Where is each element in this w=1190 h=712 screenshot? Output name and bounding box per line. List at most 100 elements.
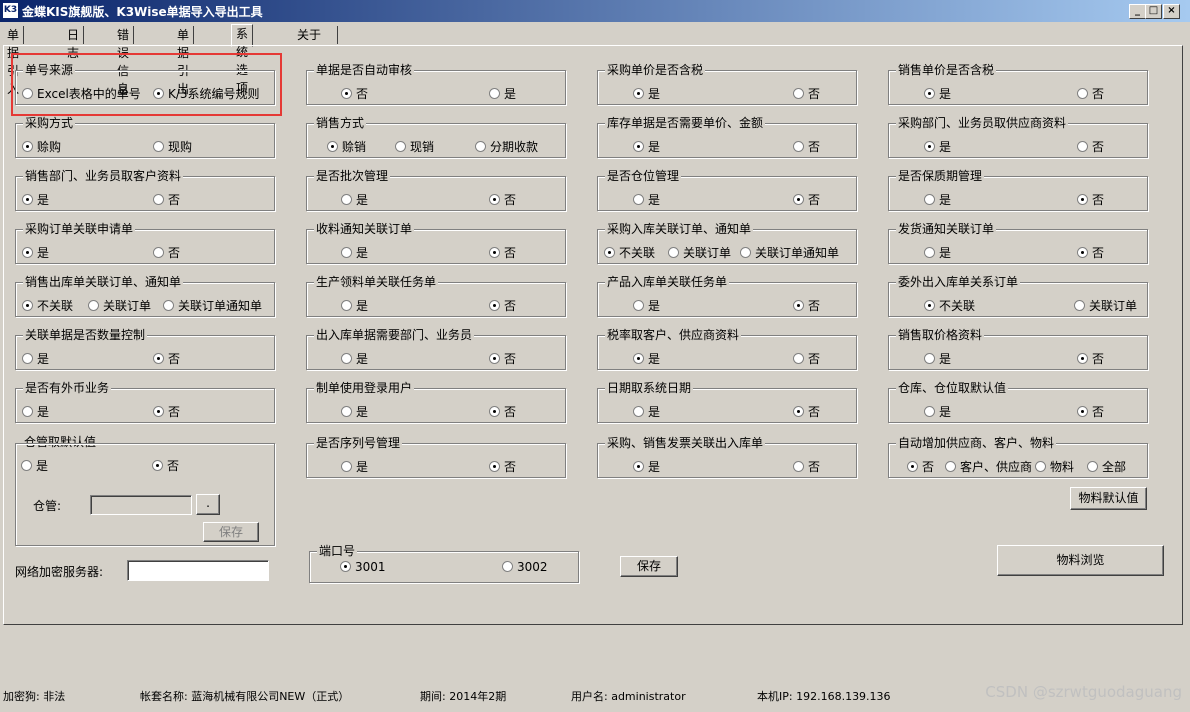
radio-option[interactable]: 是: [633, 350, 660, 367]
radio-option[interactable]: 是: [341, 458, 368, 475]
radio-option[interactable]: 否: [489, 458, 516, 475]
radio-option[interactable]: 分期收款: [475, 138, 538, 155]
radio-option[interactable]: 是: [22, 350, 49, 367]
radio-option[interactable]: 否: [489, 244, 516, 261]
radio-option[interactable]: 是: [341, 350, 368, 367]
radio-option[interactable]: 不关联: [22, 297, 73, 314]
radio-option[interactable]: 是: [22, 244, 49, 261]
radio-option[interactable]: 现销: [395, 138, 434, 155]
material-default-button[interactable]: 物料默认值: [1070, 487, 1147, 510]
radio-option[interactable]: 否: [489, 350, 516, 367]
radio-label: 否: [504, 299, 517, 313]
radio-option[interactable]: 关联订单通知单: [740, 244, 839, 261]
radio-option[interactable]: 否: [1077, 191, 1104, 208]
radio-option[interactable]: 是: [341, 244, 368, 261]
group-16: 销售出库单关联订单、通知单 不关联 关联订单 关联订单通知单: [15, 273, 275, 317]
radio-dot: [793, 141, 804, 152]
radio-option[interactable]: 否: [1077, 138, 1104, 155]
radio-option[interactable]: 现购: [153, 138, 192, 155]
tab-about[interactable]: 关于: [293, 26, 338, 44]
radio-option[interactable]: 否: [1077, 350, 1104, 367]
radio-option[interactable]: 否: [341, 85, 368, 102]
tab-import[interactable]: 单据引入: [3, 26, 25, 96]
minimize-button[interactable]: _: [1129, 4, 1146, 19]
radio-option[interactable]: 否: [793, 191, 820, 208]
radio-label: 是: [356, 246, 369, 260]
radio-option[interactable]: 关联订单: [88, 297, 151, 314]
radio-option[interactable]: 否: [1077, 244, 1104, 261]
radio-dot: [489, 353, 500, 364]
radio-option[interactable]: 是: [924, 350, 951, 367]
warehouse-browse-button[interactable]: .: [196, 494, 220, 515]
radio-option[interactable]: 否: [153, 350, 180, 367]
radio-dot: [793, 194, 804, 205]
port-option-3001[interactable]: 3001: [340, 560, 386, 574]
radio-option[interactable]: 是: [924, 138, 951, 155]
radio-dot: [793, 353, 804, 364]
radio-option[interactable]: 否: [793, 458, 820, 475]
group-15: 发货通知关联订单是 否: [888, 220, 1148, 264]
radio-option[interactable]: 否: [489, 191, 516, 208]
radio-dot: [924, 300, 935, 311]
radio-option[interactable]: 是: [633, 191, 660, 208]
radio-option[interactable]: 否: [793, 297, 820, 314]
radio-option[interactable]: 是: [924, 191, 951, 208]
radio-option[interactable]: 关联订单: [668, 244, 731, 261]
radio-dot: [633, 88, 644, 99]
radio-option[interactable]: 否: [153, 403, 180, 420]
tab-export[interactable]: 单据引出: [173, 26, 195, 96]
radio-option[interactable]: 是: [924, 85, 951, 102]
radio-option[interactable]: 是: [924, 244, 951, 261]
radio-option[interactable]: 不关联: [604, 244, 655, 261]
radio-option[interactable]: 否: [489, 403, 516, 420]
radio-option[interactable]: 赊购: [22, 138, 61, 155]
radio-option[interactable]: 是: [633, 403, 660, 420]
radio-option[interactable]: 是: [924, 403, 951, 420]
radio-option[interactable]: 关联订单通知单: [163, 297, 262, 314]
radio-option[interactable]: 客户、供应商: [945, 458, 1032, 475]
port-option-3002[interactable]: 3002: [502, 560, 548, 574]
tab-log[interactable]: 日志: [63, 26, 85, 60]
radio-option[interactable]: 是: [22, 403, 49, 420]
radio-option[interactable]: 是: [22, 191, 49, 208]
radio-option[interactable]: 不关联: [924, 297, 975, 314]
radio-option[interactable]: 是: [341, 191, 368, 208]
tab-system-options[interactable]: 系统选项: [231, 24, 254, 95]
radio-label: 否: [1092, 140, 1105, 154]
warehouse-save-button[interactable]: 保存: [203, 522, 259, 542]
radio-option[interactable]: 是: [489, 85, 516, 102]
radio-option[interactable]: 是: [633, 458, 660, 475]
radio-option[interactable]: 否: [1077, 403, 1104, 420]
radio-option[interactable]: 否: [907, 458, 934, 475]
radio-option[interactable]: 是: [633, 85, 660, 102]
radio-option[interactable]: 否: [793, 85, 820, 102]
radio-label: 赊购: [37, 140, 62, 154]
radio-label: 是: [939, 193, 952, 207]
radio-label: 是: [648, 405, 661, 419]
network-server-input[interactable]: [127, 560, 269, 581]
radio-option[interactable]: 物料: [1035, 458, 1074, 475]
radio-option[interactable]: 全部: [1087, 458, 1126, 475]
radio-option[interactable]: 是: [633, 138, 660, 155]
radio-option[interactable]: 否: [1077, 85, 1104, 102]
radio-option[interactable]: 否: [153, 191, 180, 208]
tab-errors[interactable]: 错误信息: [113, 26, 135, 96]
radio-option[interactable]: 否: [793, 403, 820, 420]
save-button[interactable]: 保存: [620, 556, 678, 577]
radio-option[interactable]: 否: [153, 244, 180, 261]
material-browse-button[interactable]: 物料浏览: [997, 545, 1164, 576]
radio-option[interactable]: 是: [341, 403, 368, 420]
group-label: 仓库、仓位取默认值: [896, 379, 1009, 396]
radio-option[interactable]: 是: [341, 297, 368, 314]
group-5: 销售方式 赊销 现销 分期收款: [306, 114, 566, 158]
radio-option[interactable]: 否: [793, 138, 820, 155]
close-button[interactable]: ×: [1163, 4, 1180, 19]
radio-option[interactable]: 是: [633, 297, 660, 314]
radio-option[interactable]: 赊销: [327, 138, 366, 155]
radio-label: 否: [1092, 246, 1105, 260]
radio-option[interactable]: 否: [793, 350, 820, 367]
radio-option[interactable]: 否: [489, 297, 516, 314]
maximize-button[interactable]: □: [1145, 4, 1162, 19]
radio-option[interactable]: 关联订单: [1074, 297, 1137, 314]
radio-dot: [633, 406, 644, 417]
